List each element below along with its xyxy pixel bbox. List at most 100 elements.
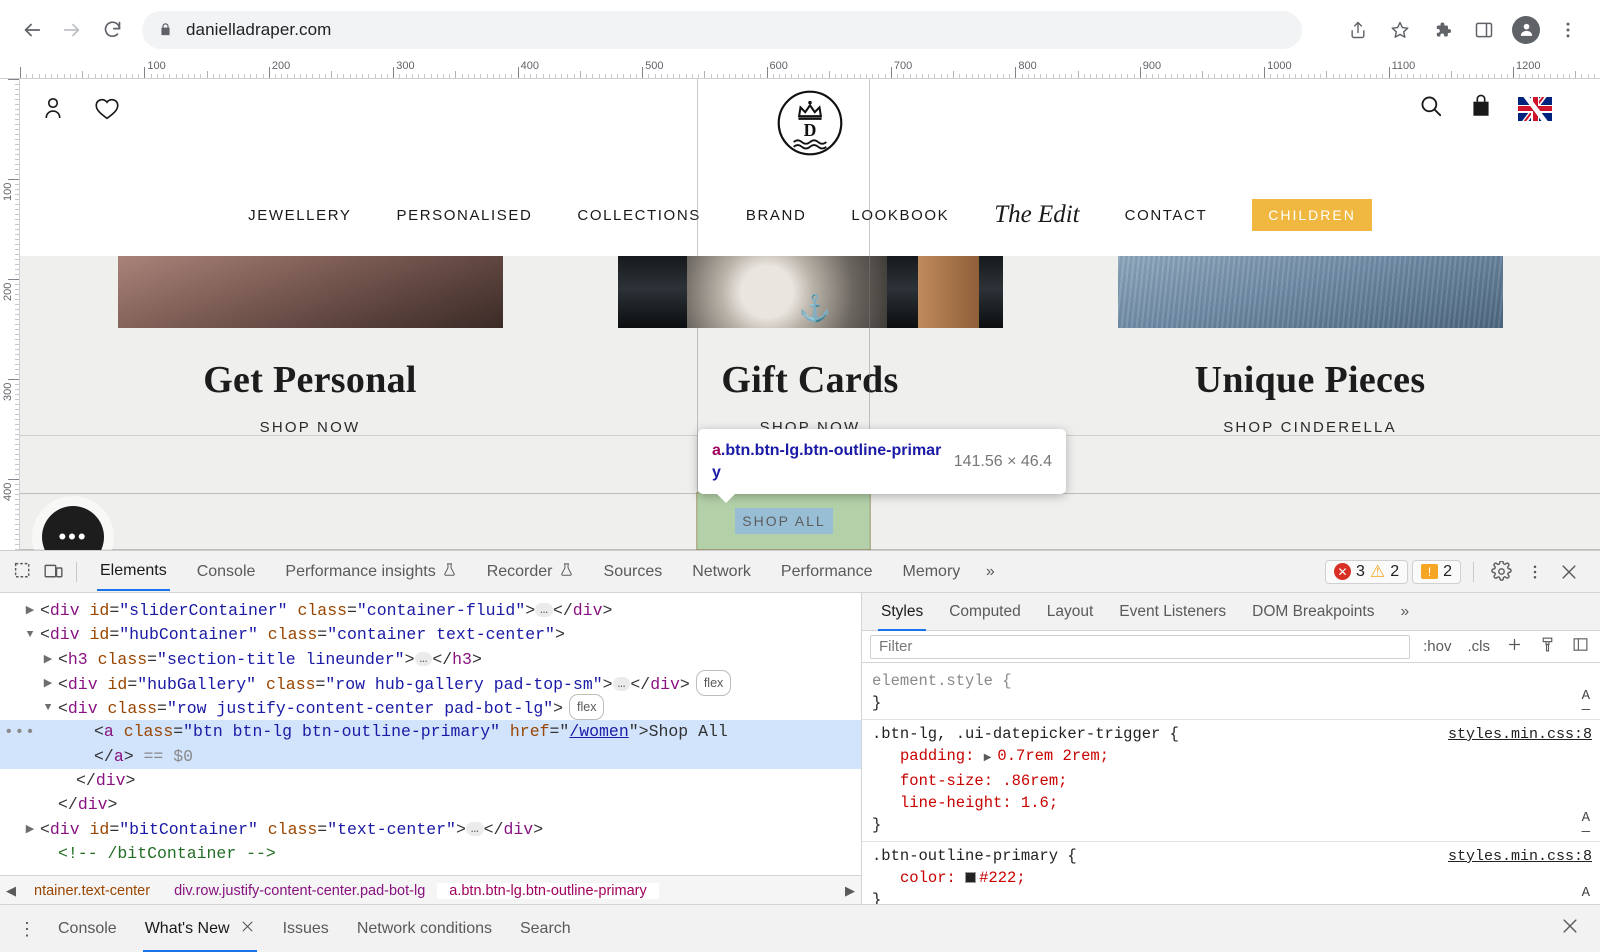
font-editor-icon[interactable]: A― bbox=[1582, 886, 1590, 905]
close-icon[interactable] bbox=[240, 919, 255, 938]
share-icon[interactable] bbox=[1340, 12, 1376, 48]
stylesheet-source-link[interactable]: styles.min.css:8 bbox=[1448, 724, 1592, 746]
dom-tree-node[interactable]: ▼<div id="hubContainer" class="container… bbox=[0, 623, 861, 647]
forward-button[interactable] bbox=[54, 12, 90, 48]
drawer-tab-search[interactable]: Search bbox=[506, 905, 585, 952]
flex-badge[interactable]: flex bbox=[569, 694, 604, 720]
expand-children-button[interactable]: … bbox=[535, 603, 553, 617]
stylesheet-source-link[interactable]: styles.min.css:8 bbox=[1448, 846, 1592, 868]
collapse-triangle-icon[interactable]: ▼ bbox=[42, 696, 54, 720]
expand-triangle-icon[interactable]: ▶ bbox=[42, 672, 54, 696]
shop-all-button[interactable]: SHOP ALL bbox=[735, 508, 833, 534]
site-logo[interactable]: D bbox=[776, 89, 844, 162]
chat-bubble-icon[interactable]: ••• bbox=[42, 506, 104, 550]
nav-item-contact[interactable]: CONTACT bbox=[1125, 207, 1208, 224]
inspect-element-icon[interactable] bbox=[8, 558, 38, 586]
styles-tab-styles[interactable]: Styles bbox=[868, 593, 936, 631]
address-bar[interactable]: danielladraper.com bbox=[142, 11, 1302, 49]
flex-badge[interactable]: flex bbox=[696, 670, 731, 696]
dom-tree[interactable]: ▶<div id="sliderContainer" class="contai… bbox=[0, 593, 861, 875]
drawer-tab-console[interactable]: Console bbox=[44, 905, 131, 952]
device-toolbar-icon[interactable] bbox=[38, 558, 68, 586]
uk-flag-icon[interactable] bbox=[1518, 97, 1552, 121]
back-button[interactable] bbox=[14, 12, 50, 48]
dom-tree-node[interactable]: ▶<div id="hubGallery" class="row hub-gal… bbox=[0, 672, 861, 696]
hover-state-button[interactable]: :hov bbox=[1420, 638, 1454, 655]
three-dot-menu-icon[interactable] bbox=[1550, 12, 1586, 48]
hub-card-gift-cards[interactable]: ⚓ Gift Cards SHOP NOW bbox=[618, 256, 1003, 436]
chevron-double-right-icon[interactable]: » bbox=[975, 558, 1005, 586]
dom-tree-node[interactable]: </div> bbox=[0, 769, 861, 793]
nav-item-collections[interactable]: COLLECTIONS bbox=[577, 207, 700, 224]
plus-icon[interactable] bbox=[1503, 636, 1526, 657]
dom-tree-node[interactable]: ▶<div id="sliderContainer" class="contai… bbox=[0, 599, 861, 623]
font-editor-icon[interactable]: A― bbox=[1582, 811, 1590, 839]
expand-children-button[interactable]: … bbox=[613, 677, 631, 691]
search-icon[interactable] bbox=[1418, 93, 1444, 124]
drawer-tab-issues[interactable]: Issues bbox=[269, 905, 343, 952]
expand-children-button[interactable]: … bbox=[415, 652, 433, 666]
chevron-right-icon[interactable]: ▶ bbox=[839, 883, 861, 899]
devtools-tab-sources[interactable]: Sources bbox=[589, 551, 678, 593]
nav-item-brand[interactable]: BRAND bbox=[746, 207, 807, 224]
profile-avatar-icon[interactable] bbox=[1508, 12, 1544, 48]
styles-tab-event-listeners[interactable]: Event Listeners bbox=[1106, 593, 1239, 631]
css-rule-selector[interactable]: element.style { bbox=[872, 670, 1600, 692]
close-icon[interactable] bbox=[1554, 558, 1584, 586]
css-rule[interactable]: element.style {}A― bbox=[862, 667, 1600, 720]
devtools-tab-network[interactable]: Network bbox=[677, 551, 766, 593]
hub-card-unique-pieces[interactable]: Unique Pieces SHOP CINDERELLA bbox=[1118, 256, 1503, 436]
css-declaration[interactable]: font-size: .86rem; bbox=[872, 770, 1600, 792]
chevron-left-icon[interactable]: ◀ bbox=[0, 883, 22, 899]
hub-card-get-personal[interactable]: Get Personal SHOP NOW bbox=[118, 256, 503, 436]
href-link[interactable]: /women bbox=[569, 722, 628, 741]
expand-shorthand-icon[interactable]: ▶ bbox=[984, 753, 998, 764]
styles-tab-layout[interactable]: Layout bbox=[1034, 593, 1107, 631]
devtools-tab-performance[interactable]: Performance bbox=[766, 551, 888, 593]
expand-triangle-icon[interactable]: ▶ bbox=[42, 648, 54, 672]
devtools-tab-console[interactable]: Console bbox=[182, 551, 271, 593]
devtools-tab-performance-insights[interactable]: Performance insights bbox=[270, 551, 471, 593]
three-dot-menu-icon[interactable]: ⋮ bbox=[10, 920, 44, 938]
drawer-tab-network-conditions[interactable]: Network conditions bbox=[343, 905, 506, 952]
devtools-tab-recorder[interactable]: Recorder bbox=[472, 551, 589, 593]
breadcrumb-item-selected[interactable]: a.btn.btn-lg.btn-outline-primary bbox=[437, 883, 658, 899]
info-counter[interactable]: ! 2 bbox=[1412, 560, 1461, 584]
nav-item-personalised[interactable]: PERSONALISED bbox=[397, 207, 533, 224]
dom-tree-node[interactable]: ▶<h3 class="section-title lineunder">…</… bbox=[0, 648, 861, 672]
dom-tree-node[interactable]: •••<a class="btn btn-lg btn-outline-prim… bbox=[0, 720, 861, 744]
breadcrumb-item[interactable]: ntainer.text-center bbox=[22, 883, 162, 899]
font-editor-icon[interactable]: A― bbox=[1582, 689, 1590, 717]
gear-icon[interactable] bbox=[1486, 558, 1516, 586]
hub-card-cta[interactable]: SHOP CINDERELLA bbox=[1118, 419, 1503, 436]
person-icon[interactable] bbox=[38, 93, 68, 128]
css-declaration[interactable]: line-height: 1.6; bbox=[872, 792, 1600, 814]
css-declaration[interactable]: padding: ▶ 0.7rem 2rem; bbox=[872, 745, 1600, 770]
css-declaration[interactable]: color: #222; bbox=[872, 867, 1600, 889]
issue-counters[interactable]: ✕ 3 ⚠ 2 bbox=[1325, 560, 1408, 584]
nav-item-jewellery[interactable]: JEWELLERY bbox=[248, 207, 351, 224]
devtools-tab-elements[interactable]: Elements bbox=[85, 551, 182, 593]
nav-item-the-edit[interactable]: The Edit bbox=[994, 201, 1079, 229]
dom-tree-node[interactable]: ▼<div class="row justify-content-center … bbox=[0, 696, 861, 720]
heart-icon[interactable] bbox=[92, 93, 122, 128]
nav-item-lookbook[interactable]: LOOKBOOK bbox=[851, 207, 949, 224]
hub-card-cta[interactable]: SHOP NOW bbox=[118, 419, 503, 436]
styles-tab-dom-breakpoints[interactable]: DOM Breakpoints bbox=[1239, 593, 1387, 631]
dom-tree-node[interactable]: ▶<div id="bitContainer" class="text-cent… bbox=[0, 818, 861, 842]
css-rule[interactable]: .btn-lg, .ui-datepicker-trigger {styles.… bbox=[862, 720, 1600, 842]
breadcrumb-item[interactable]: div.row.justify-content-center.pad-bot-l… bbox=[162, 883, 437, 899]
dom-tree-node[interactable]: <!-- /bitContainer --> bbox=[0, 842, 861, 866]
row-actions-icon[interactable]: ••• bbox=[4, 720, 36, 744]
drawer-tab-whats-new[interactable]: What's New bbox=[131, 905, 269, 952]
expand-children-button[interactable]: … bbox=[466, 822, 484, 836]
expand-triangle-icon[interactable]: ▶ bbox=[24, 599, 36, 623]
css-rule[interactable]: .btn-outline-primary {styles.min.css:8co… bbox=[862, 842, 1600, 905]
paintbrush-icon[interactable] bbox=[1536, 636, 1559, 657]
css-rules-list[interactable]: element.style {}A―.btn-lg, .ui-datepicke… bbox=[862, 663, 1600, 905]
reload-button[interactable] bbox=[94, 12, 130, 48]
color-swatch[interactable] bbox=[965, 872, 976, 883]
class-toggle-button[interactable]: .cls bbox=[1465, 638, 1494, 655]
expand-triangle-icon[interactable]: ▶ bbox=[24, 818, 36, 842]
chevron-double-right-icon[interactable]: » bbox=[1387, 593, 1422, 631]
